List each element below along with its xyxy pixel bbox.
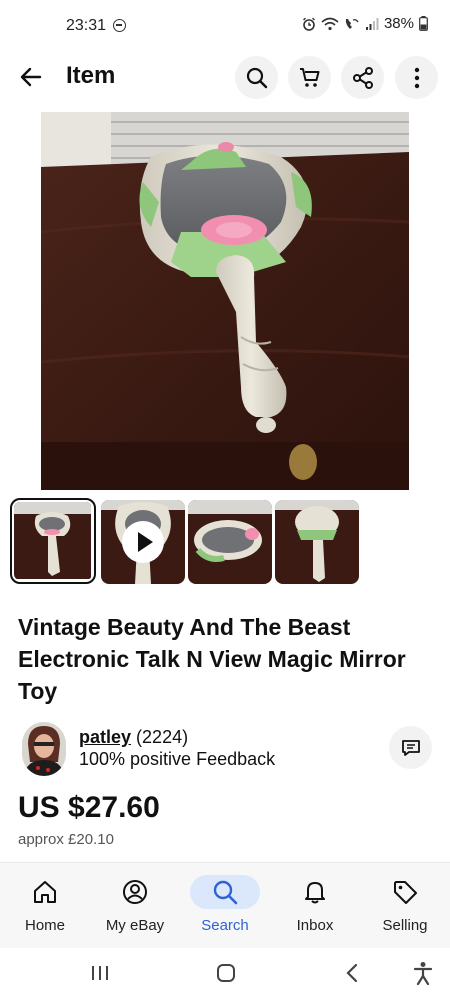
thumbnail-1[interactable] xyxy=(10,498,96,584)
do-not-disturb-icon xyxy=(113,19,126,32)
message-seller-button[interactable] xyxy=(389,726,432,769)
seller-info: patley (2224) 100% positive Feedback xyxy=(22,722,432,778)
nav-selling-label: Selling xyxy=(382,917,428,934)
hero-image[interactable] xyxy=(41,112,409,490)
chevron-left-icon xyxy=(346,963,358,983)
home-circle-icon xyxy=(217,964,235,982)
system-nav-bar xyxy=(0,948,450,1000)
app-header: Item xyxy=(0,52,450,102)
back-system-button[interactable] xyxy=(340,960,364,986)
share-button[interactable] xyxy=(341,56,384,99)
wifi-call-icon xyxy=(345,18,359,29)
recent-apps-icon xyxy=(92,966,108,980)
seller-name-line: patley (2224) xyxy=(79,727,188,748)
seller-name-link[interactable]: patley xyxy=(79,727,131,747)
back-arrow-icon xyxy=(20,67,42,87)
seller-feedback-score: (2224) xyxy=(136,727,189,747)
search-icon xyxy=(213,880,238,905)
thumbnail-2-video[interactable] xyxy=(101,500,185,584)
signal-icon xyxy=(365,17,379,30)
page-title: Item xyxy=(66,62,116,89)
message-icon xyxy=(401,739,420,756)
thumbnail-4[interactable] xyxy=(275,500,359,584)
back-button[interactable] xyxy=(14,60,48,94)
user-circle-icon xyxy=(123,880,147,904)
tag-icon xyxy=(394,881,417,904)
search-icon xyxy=(246,67,267,88)
home-system-button[interactable] xyxy=(213,960,239,986)
thumbnail-3[interactable] xyxy=(188,500,272,584)
bell-icon xyxy=(305,882,325,904)
nav-home-label: Home xyxy=(24,917,65,934)
more-vert-icon xyxy=(414,67,419,88)
alarm-icon xyxy=(303,17,315,31)
price-approx: approx £20.10 xyxy=(18,831,114,848)
seller-feedback: 100% positive Feedback xyxy=(79,749,276,769)
battery-icon xyxy=(419,16,428,31)
nav-search-label: Search xyxy=(201,917,249,934)
status-time: 23:31 xyxy=(66,17,107,34)
search-button[interactable] xyxy=(235,56,278,99)
accessibility-icon xyxy=(413,962,433,985)
status-icons: 38% xyxy=(302,15,428,32)
more-options-button[interactable] xyxy=(395,56,438,99)
status-bar: 23:31 38% xyxy=(0,0,450,52)
item-price: US $27.60 xyxy=(18,791,160,824)
home-icon xyxy=(34,881,56,903)
nav-my-ebay-label: My eBay xyxy=(105,917,165,934)
nav-inbox[interactable]: Inbox xyxy=(270,863,360,949)
battery-percent: 38% xyxy=(383,15,414,32)
avatar[interactable] xyxy=(22,722,66,776)
nav-home[interactable]: Home xyxy=(0,863,90,949)
recent-apps-button[interactable] xyxy=(88,960,112,986)
bottom-nav: Home My eBay Search Inbox Selling xyxy=(0,862,450,948)
share-icon xyxy=(352,66,373,89)
cart-button[interactable] xyxy=(288,56,331,99)
nav-selling[interactable]: Selling xyxy=(360,863,450,949)
item-title: Vintage Beauty And The Beast Electronic … xyxy=(18,614,406,704)
play-icon[interactable] xyxy=(122,521,164,563)
nav-my-ebay[interactable]: My eBay xyxy=(90,863,180,949)
wifi-icon xyxy=(321,17,339,30)
nav-inbox-label: Inbox xyxy=(296,917,334,934)
nav-search[interactable]: Search xyxy=(180,863,270,949)
cart-icon xyxy=(299,67,319,87)
accessibility-button[interactable] xyxy=(410,960,436,986)
